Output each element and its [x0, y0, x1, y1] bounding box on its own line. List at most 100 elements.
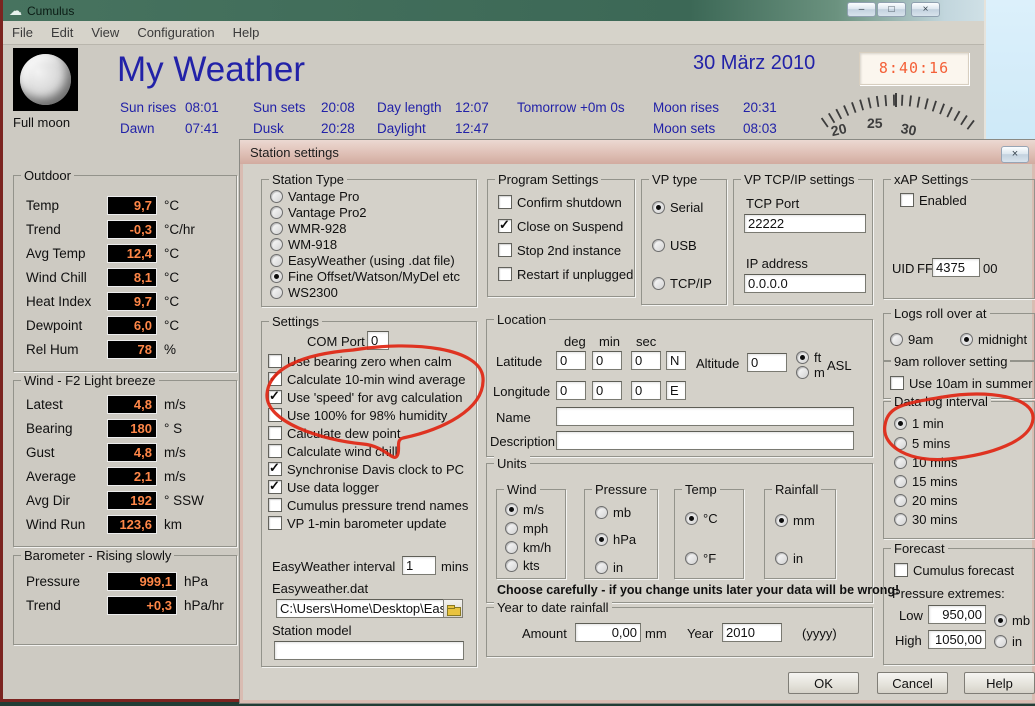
uid-prefix: FF	[917, 261, 933, 276]
check-sync-davis-clock[interactable]: Synchronise Davis clock to PC	[268, 462, 464, 476]
radio-rollover-midnight[interactable]: midnight	[960, 332, 1027, 346]
radio-wmr928[interactable]: WMR-928	[270, 221, 347, 235]
menu-file[interactable]: File	[3, 25, 42, 40]
maximize-button[interactable]: □	[877, 2, 906, 17]
radio-interval-5min[interactable]: 5 mins	[894, 436, 950, 450]
menu-help[interactable]: Help	[224, 25, 269, 40]
radio-interval-15min[interactable]: 15 mins	[894, 474, 958, 488]
radio-interval-10min[interactable]: 10 mins	[894, 455, 958, 469]
radio-pressure-mb[interactable]: mb	[595, 505, 631, 519]
close-button[interactable]: ×	[911, 2, 940, 17]
radio-wind-kts[interactable]: kts	[505, 558, 540, 572]
altitude-input[interactable]: 0	[747, 353, 787, 372]
radio-rainfall-in[interactable]: in	[775, 551, 803, 565]
station-model-input[interactable]	[274, 641, 464, 660]
radio-label: m	[814, 365, 825, 380]
browse-folder-button[interactable]	[443, 599, 463, 618]
radio-temp-c[interactable]: °C	[685, 511, 718, 525]
latitude-hemisphere-input[interactable]: N	[666, 351, 686, 370]
radio-icon	[890, 333, 903, 346]
station-type-group: Station Type Vantage Pro Vantage Pro2 WM…	[261, 179, 477, 307]
longitude-deg-input[interactable]: 0	[556, 381, 586, 400]
rainfall-units-group: Rainfall mm in	[764, 489, 836, 579]
ok-button[interactable]: OK	[788, 672, 859, 694]
radio-easyweather[interactable]: EasyWeather (using .dat file)	[270, 253, 455, 267]
longitude-label: Longitude	[493, 384, 550, 399]
radio-label: Vantage Pro	[288, 189, 359, 204]
radio-vantage-pro[interactable]: Vantage Pro	[270, 189, 359, 203]
check-calc-wind-chill[interactable]: Calculate wind chill	[268, 444, 398, 458]
main-titlebar[interactable]: ☁ Cumulus	[3, 0, 984, 21]
radio-forecast-mb[interactable]: mb	[994, 613, 1030, 627]
radio-fine-offset[interactable]: Fine Offset/Watson/MyDel etc	[270, 269, 460, 283]
longitude-hemisphere-input[interactable]: E	[666, 381, 686, 400]
check-stop-2nd-instance[interactable]: Stop 2nd instance	[498, 243, 621, 257]
amount-input[interactable]: 0,00	[575, 623, 641, 642]
radio-wm918[interactable]: WM-918	[270, 237, 337, 251]
check-confirm-shutdown[interactable]: Confirm shutdown	[498, 195, 622, 209]
radio-interval-30min[interactable]: 30 mins	[894, 512, 958, 526]
easyweather-dat-input[interactable]: C:\Users\Home\Desktop\Eas	[276, 599, 444, 618]
radio-tcpip[interactable]: TCP/IP	[652, 276, 712, 290]
com-port-label: COM Port	[307, 334, 365, 349]
com-port-input[interactable]: 0	[367, 331, 389, 350]
radio-altitude-ft[interactable]: ft	[796, 350, 821, 364]
minimize-button[interactable]: –	[847, 2, 876, 17]
radio-pressure-hpa[interactable]: hPa	[595, 532, 636, 546]
check-speed-for-avg[interactable]: Use 'speed' for avg calculation	[268, 390, 463, 404]
radio-wind-ms[interactable]: m/s	[505, 502, 544, 516]
menu-view[interactable]: View	[82, 25, 128, 40]
check-close-on-suspend[interactable]: Close on Suspend	[498, 219, 623, 233]
tcp-port-input[interactable]: 22222	[744, 214, 866, 233]
radio-rainfall-mm[interactable]: mm	[775, 513, 815, 527]
ip-address-input[interactable]: 0.0.0.0	[744, 274, 866, 293]
check-100-for-98[interactable]: Use 100% for 98% humidity	[268, 408, 447, 422]
check-use-data-logger[interactable]: Use data logger	[268, 480, 379, 494]
dialog-titlebar[interactable]: Station settings	[240, 140, 1035, 164]
check-10min-wind-average[interactable]: Calculate 10-min wind average	[268, 372, 465, 386]
latitude-min-input[interactable]: 0	[592, 351, 622, 370]
radio-interval-20min[interactable]: 20 mins	[894, 493, 958, 507]
cancel-button[interactable]: Cancel	[877, 672, 948, 694]
forecast-high-input[interactable]: 1050,00	[928, 630, 986, 649]
radio-label: Vantage Pro2	[288, 205, 367, 220]
average-display: 2,1	[107, 467, 157, 486]
check-10am-summer[interactable]: Use 10am in summer	[890, 376, 1033, 390]
radio-rollover-9am[interactable]: 9am	[890, 332, 933, 346]
radio-temp-f[interactable]: °F	[685, 551, 716, 565]
radio-pressure-in[interactable]: in	[595, 560, 623, 574]
menu-edit[interactable]: Edit	[42, 25, 82, 40]
check-pressure-trend-names[interactable]: Cumulus pressure trend names	[268, 498, 468, 512]
check-bearing-zero[interactable]: Use bearing zero when calm	[268, 354, 452, 368]
easyweather-interval-input[interactable]: 1	[402, 556, 436, 575]
menu-configuration[interactable]: Configuration	[128, 25, 223, 40]
radio-wind-kmh[interactable]: km/h	[505, 540, 551, 554]
description-input[interactable]	[556, 431, 854, 450]
radio-serial[interactable]: Serial	[652, 200, 703, 214]
longitude-sec-input[interactable]: 0	[631, 381, 661, 400]
help-button[interactable]: Help	[964, 672, 1035, 694]
radio-forecast-in[interactable]: in	[994, 634, 1022, 648]
clock-display: 8:40:16	[859, 52, 969, 85]
uid-input[interactable]: 4375	[932, 258, 980, 277]
longitude-min-input[interactable]: 0	[592, 381, 622, 400]
forecast-low-input[interactable]: 950,00	[928, 605, 986, 624]
radio-wind-mph[interactable]: mph	[505, 521, 548, 535]
radio-vantage-pro2[interactable]: Vantage Pro2	[270, 205, 367, 219]
check-vp-1min-barometer[interactable]: VP 1-min barometer update	[268, 516, 446, 530]
check-restart-if-unplugged[interactable]: Restart if unplugged	[498, 267, 633, 281]
gauge-label-25: 25	[867, 115, 883, 131]
check-cumulus-forecast[interactable]: Cumulus forecast	[894, 563, 1014, 577]
name-input[interactable]	[556, 407, 854, 426]
dialog-close-button[interactable]: ×	[1001, 146, 1029, 163]
latitude-deg-input[interactable]: 0	[556, 351, 586, 370]
latitude-sec-input[interactable]: 0	[631, 351, 661, 370]
check-xap-enabled[interactable]: Enabled	[900, 193, 967, 207]
location-group: Location deg min sec Latitude 0 0 0 N Al…	[486, 319, 873, 457]
radio-usb[interactable]: USB	[652, 238, 697, 252]
radio-interval-1min[interactable]: 1 min	[894, 416, 944, 430]
radio-ws2300[interactable]: WS2300	[270, 285, 338, 299]
radio-altitude-m[interactable]: m	[796, 365, 825, 379]
year-input[interactable]: 2010	[722, 623, 782, 642]
check-calc-dew-point[interactable]: Calculate dew point	[268, 426, 400, 440]
